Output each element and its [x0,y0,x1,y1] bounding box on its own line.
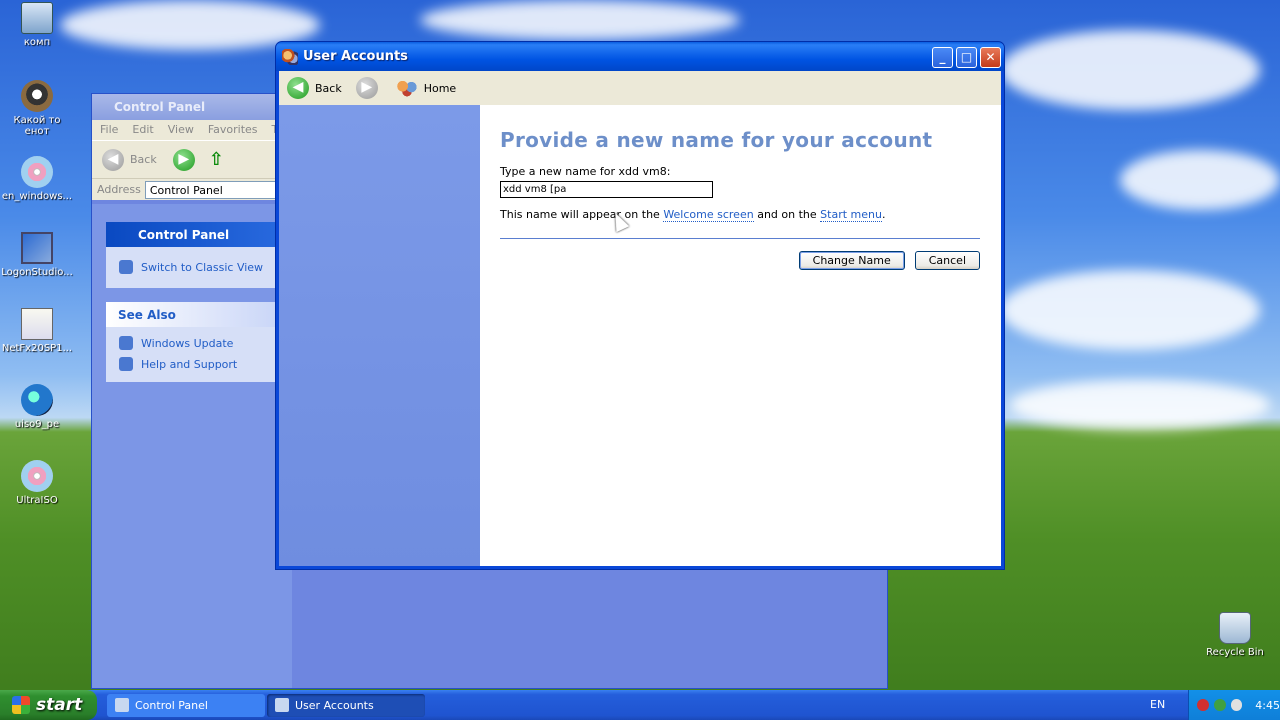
left-pane [279,105,480,566]
maximize-button[interactable]: □ [956,47,977,68]
welcome-screen-link[interactable]: Welcome screen [663,208,754,222]
disc-icon [21,156,53,188]
start-label: start [36,695,83,715]
taskbar: start Control Panel User Accounts EN 4:4… [0,690,1280,720]
close-button[interactable]: ✕ [980,47,1001,68]
note-suffix: . [881,208,886,221]
address-label: Address [97,183,141,196]
address-input[interactable]: Control Panel [144,180,285,199]
menu-favorites[interactable]: Favorites [208,123,258,137]
task-label: Control Panel [135,698,208,712]
globe-icon [21,384,53,416]
see-also-pane: See Also Windows Update Help and Support [106,302,290,382]
setup-icon [21,308,53,340]
menu-edit[interactable]: Edit [132,123,153,137]
language-indicator[interactable]: EN [1150,698,1165,711]
minimize-button[interactable]: _ [932,47,953,68]
user-accounts-titlebar[interactable]: User Accounts [276,42,1004,71]
forward-arrow-icon[interactable]: ▶ [355,77,378,99]
note-middle: and on the [757,208,817,221]
clock[interactable]: 4:45 [1255,699,1280,712]
logonstudio-icon [21,232,53,264]
window-title: User Accounts [303,49,408,64]
start-button[interactable]: start [0,690,97,720]
start-menu-link[interactable]: Start menu [820,208,882,222]
security-shield-icon[interactable] [1197,699,1209,711]
desktop-icon-logonstudio[interactable]: LogonStudio... [0,232,74,278]
cp-back-label[interactable]: Back [130,153,157,166]
windows-flag-icon [12,696,30,714]
raccoon-icon [21,80,53,112]
speaker-icon[interactable] [1230,699,1243,711]
windows-update-link[interactable]: Windows Update [106,333,290,354]
menu-file[interactable]: File [100,123,118,137]
rename-account-content: Provide a new name for your account Type… [480,105,1001,566]
desktop-icon-netfx[interactable]: NetFx20SP1... [0,308,74,354]
pane-title[interactable]: Control Panel [106,222,290,247]
note-prefix: This name will appear on the [500,208,660,221]
control-panel-task-pane: Control Panel Switch to Classic View See… [92,204,292,688]
recycle-bin-icon [1219,612,1251,644]
new-name-input[interactable] [500,181,713,198]
cancel-button[interactable]: Cancel [914,251,980,270]
name-appearance-note: This name will appear on the Welcome scr… [500,208,981,222]
control-panel-pane: Control Panel Switch to Classic View [106,222,290,288]
back-arrow-icon: ◀ [287,77,309,99]
home-label: Home [423,81,457,95]
change-name-button[interactable]: Change Name [798,251,905,270]
name-prompt-label: Type a new name for xdd vm8: [500,165,671,178]
divider [500,238,980,239]
desktop-icon-recycle-bin[interactable]: Recycle Bin [1198,612,1272,658]
computer-icon [21,2,53,34]
see-also-header[interactable]: See Also [106,302,290,327]
desktop-icon-raccoon[interactable]: Какой то енот [0,80,74,137]
back-label: Back [315,81,342,95]
back-arrow-icon[interactable]: ◀ [102,148,124,171]
system-tray: 4:45 [1188,690,1280,720]
user-accounts-window[interactable]: User Accounts _ □ ✕ ◀ Back ▶ Home Provid… [275,41,1005,570]
desktop-icon-ultraiso[interactable]: UltraISO [0,460,74,506]
menu-view[interactable]: View [168,123,194,137]
desktop-icon-uiso9[interactable]: uiso9_pe [0,384,74,430]
ultraiso-icon [21,460,53,492]
taskbar-control-panel[interactable]: Control Panel [107,693,265,717]
user-accounts-task-icon [275,698,289,712]
control-panel-icon [115,698,129,712]
taskbar-user-accounts[interactable]: User Accounts [267,693,425,717]
user-accounts-icon [282,48,298,65]
home-users-icon [395,79,418,97]
home-button[interactable]: Home [392,77,460,99]
switch-classic-view-link[interactable]: Switch to Classic View [106,257,290,278]
desktop-icon-en-windows[interactable]: en_windows... [0,156,74,202]
navigation-bar: ◀ Back ▶ Home [279,71,1001,105]
up-folder-icon[interactable]: ⇧ [209,149,224,170]
back-button[interactable]: ◀ Back [283,75,346,101]
forward-arrow-icon[interactable]: ▶ [172,148,195,171]
desktop-icon-computer[interactable]: комп [0,2,74,48]
task-label: User Accounts [295,698,374,712]
network-icon[interactable] [1213,699,1226,711]
help-support-link[interactable]: Help and Support [106,354,290,375]
button-row: Change Name Cancel [500,251,980,270]
page-heading: Provide a new name for your account [500,128,933,152]
